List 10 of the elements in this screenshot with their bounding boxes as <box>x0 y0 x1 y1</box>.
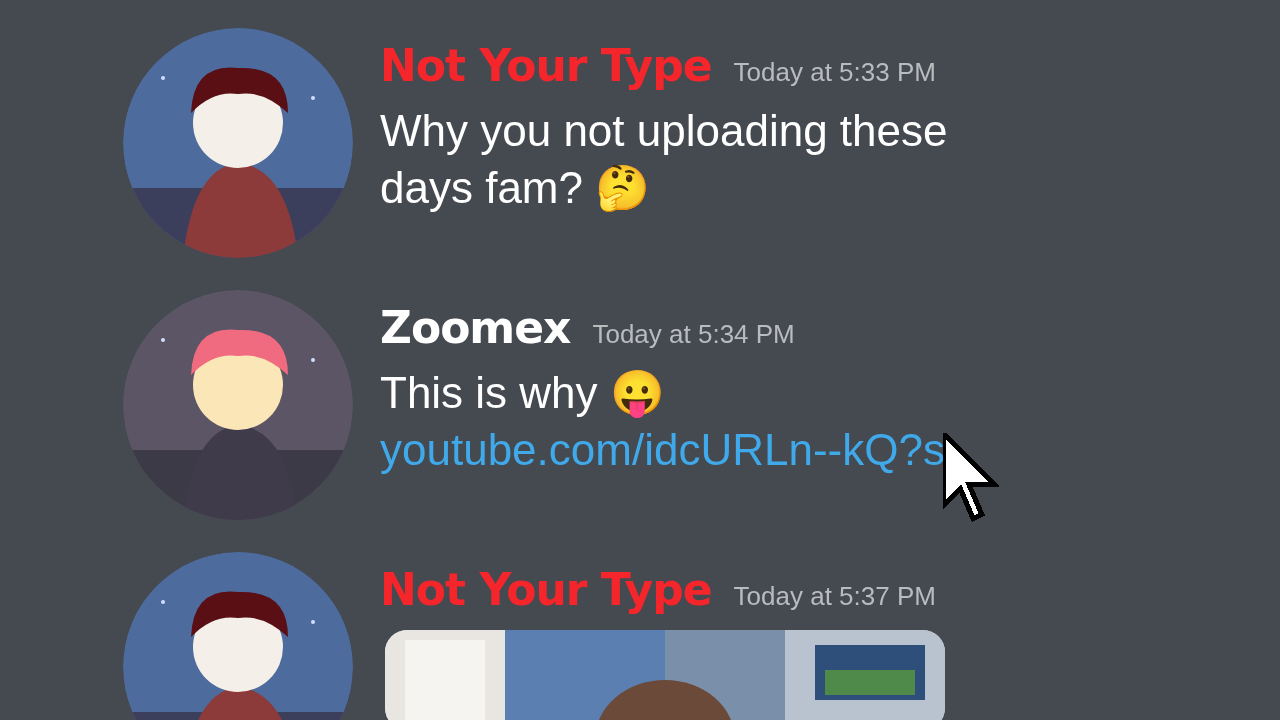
timestamp: Today at 5:33 PM <box>733 57 936 88</box>
message-text: This is why 😛 <box>380 367 666 420</box>
username[interactable]: Not Your Type <box>380 40 712 91</box>
pointer-icon <box>942 433 999 523</box>
username[interactable]: Not Your Type <box>380 564 712 615</box>
message-text: Why you not uploading these days fam? 🤔 <box>380 105 949 214</box>
timestamp: Today at 5:34 PM <box>592 319 795 350</box>
message-link[interactable]: youtube.com/idcURLn--kQ?s <box>380 425 945 474</box>
timestamp: Today at 5:37 PM <box>733 581 936 612</box>
username[interactable]: Zoomex <box>380 302 571 353</box>
